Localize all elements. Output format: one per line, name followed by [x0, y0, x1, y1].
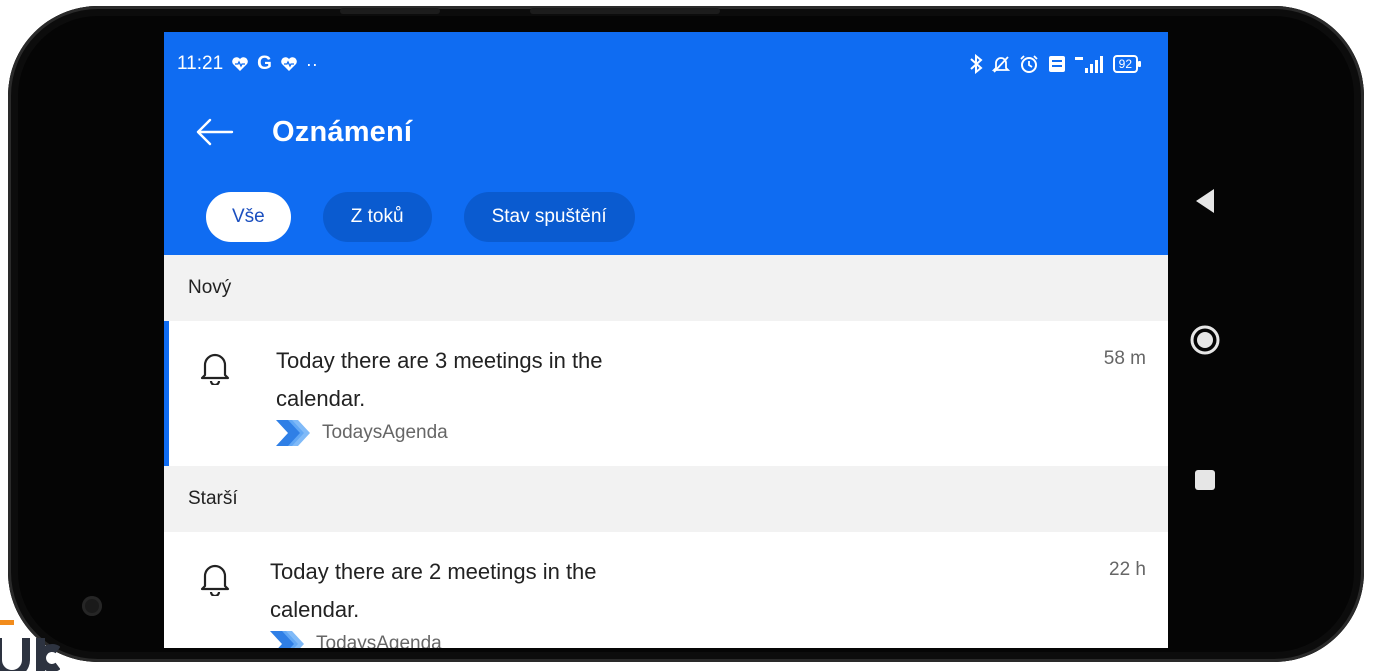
- alarm-icon: [1020, 55, 1038, 73]
- phone-side-button: [530, 8, 720, 14]
- back-arrow-icon[interactable]: [194, 117, 234, 147]
- notification-time: 22 h: [1109, 559, 1146, 580]
- tab-all[interactable]: Vše: [206, 192, 291, 242]
- page-title: Oznámení: [272, 115, 413, 148]
- bell-icon: [200, 564, 230, 596]
- source-name: TodaysAgenda: [322, 422, 448, 443]
- bell-icon: [200, 353, 230, 385]
- home-circle-icon[interactable]: [1188, 323, 1222, 357]
- bell-off-icon: [991, 56, 1010, 73]
- power-automate-icon: [276, 420, 310, 446]
- app-header: 11:21 G ·· 92 Oznámení Vše Z toků Stav s…: [164, 32, 1168, 255]
- status-right: 92: [969, 54, 1142, 74]
- filter-tabs: Vše Z toků Stav spuštění: [206, 192, 635, 242]
- heart-icon: [281, 57, 297, 71]
- section-header-older: Starší: [164, 466, 1168, 532]
- notification-source: TodaysAgenda: [270, 631, 442, 648]
- status-left: 11:21 G ··: [177, 53, 318, 75]
- power-automate-icon: [270, 631, 304, 648]
- status-bar: 11:21 G ·· 92: [177, 52, 1142, 76]
- corner-logo-icon: [0, 620, 60, 671]
- battery-indicator: 92: [1112, 55, 1142, 73]
- google-g-icon: G: [257, 53, 272, 74]
- back-triangle-icon[interactable]: [1192, 186, 1218, 216]
- app-screen: 11:21 G ·· 92 Oznámení Vše Z toků Stav s…: [164, 32, 1168, 648]
- dots-icon: ··: [305, 53, 318, 74]
- android-nav-bar: [1168, 32, 1248, 648]
- recent-square-icon[interactable]: [1193, 468, 1217, 492]
- camera-icon: [82, 596, 102, 616]
- tab-run-status[interactable]: Stav spuštění: [463, 192, 635, 242]
- status-time: 11:21: [177, 53, 224, 74]
- section-header-new: Nový: [164, 255, 1168, 321]
- source-name: TodaysAgenda: [316, 633, 442, 648]
- signal-5g-icon: [1074, 56, 1103, 73]
- title-row: Oznámení: [194, 112, 412, 152]
- phone-side-button: [340, 8, 440, 14]
- bluetooth-icon: [969, 54, 983, 74]
- notification-source: TodaysAgenda: [276, 420, 448, 446]
- notification-time: 58 m: [1103, 348, 1146, 369]
- notification-item[interactable]: Today there are 3 meetings in the calend…: [164, 321, 1168, 466]
- volte-icon: [1048, 56, 1065, 72]
- notification-item[interactable]: Today there are 2 meetings in the calend…: [164, 532, 1168, 648]
- tab-from-flows[interactable]: Z toků: [322, 192, 432, 242]
- notification-text: Today there are 2 meetings in the calend…: [270, 559, 597, 622]
- notification-text: Today there are 3 meetings in the calend…: [276, 348, 603, 411]
- heart-icon: [232, 57, 248, 71]
